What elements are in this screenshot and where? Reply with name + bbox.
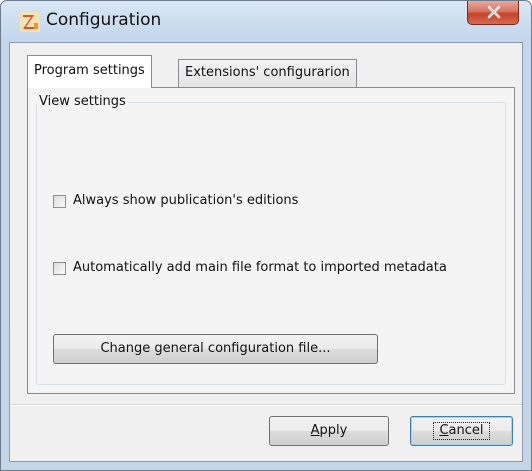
button-bar-separator (10, 404, 522, 406)
always-show-editions-label: Always show publication's editions (73, 193, 299, 208)
dialog-client-area: Program settings Extensions' configurari… (9, 42, 523, 462)
cancel-focus-ring: Cancel (433, 422, 490, 440)
cancel-button[interactable]: Cancel (410, 416, 513, 446)
tab-extensions-configuration[interactable]: Extensions' configurarion (178, 59, 357, 87)
close-button[interactable] (467, 1, 519, 25)
view-settings-legend: View settings (37, 94, 128, 109)
always-show-editions-checkbox[interactable] (53, 195, 66, 208)
cancel-accelerator: C (439, 423, 449, 438)
change-config-file-button[interactable]: Change general configuration file... (53, 334, 378, 364)
title-bar[interactable]: Configuration (1, 1, 531, 41)
app-icon (20, 12, 40, 32)
close-icon (487, 5, 501, 19)
auto-add-file-format-label: Automatically add main file format to im… (73, 260, 447, 275)
view-settings-group: View settings Always show publication's … (36, 94, 506, 385)
window-title: Configuration (46, 10, 162, 30)
tab-program-settings[interactable]: Program settings (27, 55, 152, 88)
cancel-label: ancel (448, 423, 484, 438)
program-settings-panel: View settings Always show publication's … (27, 87, 515, 394)
apply-button[interactable]: Apply (269, 416, 389, 446)
apply-label: pply (319, 423, 348, 438)
apply-accelerator: A (310, 423, 320, 438)
configuration-window: Configuration Program settings Extension… (0, 0, 532, 471)
auto-add-file-format-checkbox[interactable] (53, 262, 66, 275)
